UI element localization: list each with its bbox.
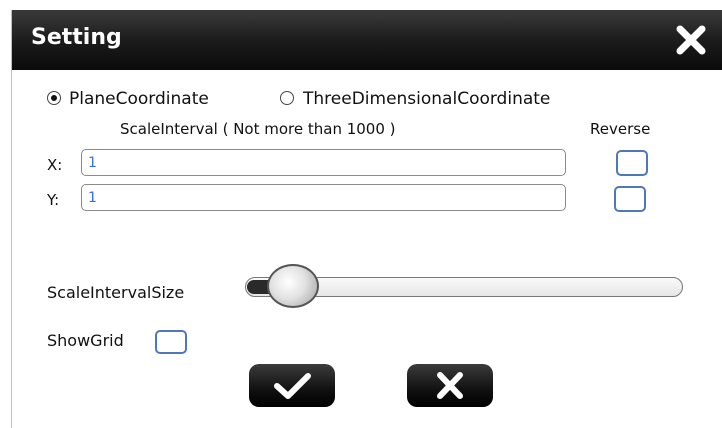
- radio-label-three-dimensional-coordinate[interactable]: ThreeDimensionalCoordinate: [303, 89, 550, 109]
- show-grid-label: ShowGrid: [47, 331, 124, 350]
- x-axis-label: X:: [47, 156, 63, 174]
- close-x-icon: [676, 25, 706, 55]
- scale-interval-size-slider-thumb[interactable]: [266, 264, 319, 308]
- radio-three-dimensional-coordinate[interactable]: [280, 91, 294, 105]
- x-reverse-checkbox[interactable]: [616, 150, 648, 176]
- radio-label-plane-coordinate[interactable]: PlaneCoordinate: [69, 89, 209, 109]
- radio-plane-coordinate[interactable]: [47, 91, 61, 105]
- x-scale-interval-input[interactable]: [81, 149, 566, 176]
- dialog-title: Setting: [31, 25, 122, 50]
- cancel-button[interactable]: [407, 364, 493, 407]
- scale-interval-size-label: ScaleIntervalSize: [47, 283, 185, 302]
- setting-dialog: Setting PlaneCoordinate ThreeDimensional…: [11, 10, 722, 428]
- title-bar: Setting: [12, 10, 722, 70]
- reverse-header: Reverse: [590, 120, 651, 138]
- y-reverse-checkbox[interactable]: [614, 186, 646, 212]
- close-button[interactable]: [674, 23, 708, 57]
- y-scale-interval-input[interactable]: [81, 184, 566, 211]
- check-icon: [274, 373, 311, 399]
- cancel-x-icon: [437, 372, 463, 399]
- scale-interval-header: ScaleInterval ( Not more than 1000 ): [120, 120, 396, 138]
- show-grid-checkbox[interactable]: [155, 330, 187, 354]
- y-axis-label: Y:: [47, 191, 60, 209]
- confirm-button[interactable]: [249, 364, 335, 407]
